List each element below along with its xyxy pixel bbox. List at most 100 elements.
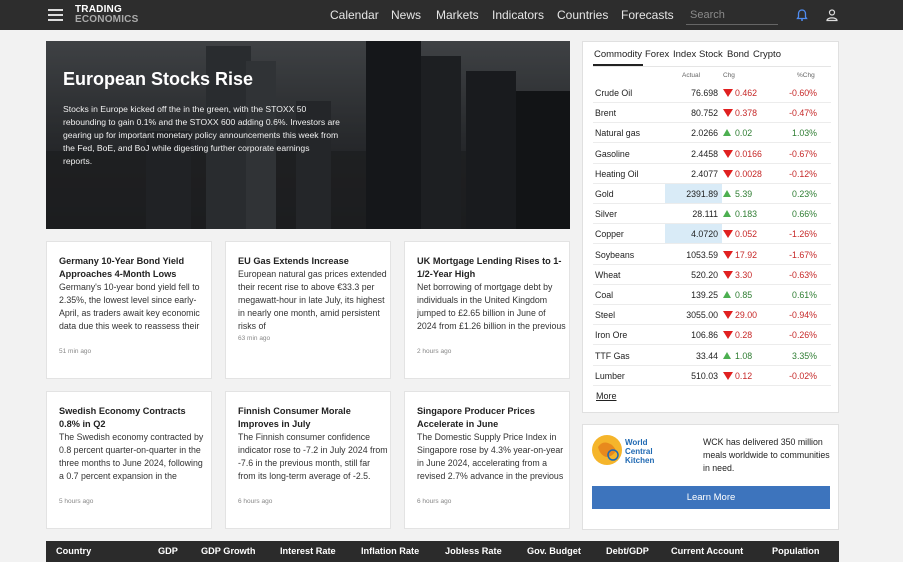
commodity-price: 3055.00 [686,310,718,321]
news-body: European natural gas prices extended the… [238,269,387,331]
tab-forex[interactable]: Forex [645,49,669,60]
col-inflation-rate[interactable]: Inflation Rate [361,546,419,556]
logo-line2: ECONOMICS [75,14,139,25]
commodity-name[interactable]: Copper [595,229,624,239]
search-input[interactable] [686,6,778,25]
col-gov-budget[interactable]: Gov. Budget [527,546,581,556]
news-title[interactable]: UK Mortgage Lending Rises to 1-1/2-Year … [417,255,563,281]
wck-logo-word-3: Kitchen [625,456,655,465]
news-card[interactable]: Singapore Producer Prices Accelerate in … [404,391,570,529]
wck-ad: World Central Kitchen WCK has delivered … [582,424,839,530]
commodity-name[interactable]: TTF Gas [595,351,630,361]
commodity-change: 3.30 [735,269,753,280]
menu-icon[interactable] [48,9,63,21]
col-jobless-rate[interactable]: Jobless Rate [445,546,502,556]
commodity-name[interactable]: Soybeans [595,250,634,260]
commodity-row[interactable]: Wheat 520.20 3.30 -0.63% [593,265,831,285]
commodity-row[interactable]: Soybeans 1053.59 17.92 -1.67% [593,245,831,265]
arrow-up-icon [723,291,731,298]
commodity-row[interactable]: TTF Gas 33.44 1.08 3.35% [593,346,831,366]
nav-forecasts[interactable]: Forecasts [621,8,674,22]
hero-article[interactable]: European Stocks Rise Stocks in Europe ki… [46,41,570,229]
commodity-price: 510.03 [691,370,718,381]
wck-logo-text: World Central Kitchen [625,438,654,465]
commodity-name[interactable]: Natural gas [595,128,640,138]
commodity-row[interactable]: Gold 2391.89 5.39 0.23% [593,184,831,204]
news-title[interactable]: Swedish Economy Contracts 0.8% in Q2 [59,405,205,431]
news-card[interactable]: UK Mortgage Lending Rises to 1-1/2-Year … [404,241,570,379]
commodity-name[interactable]: Lumber [595,371,625,381]
news-title[interactable]: EU Gas Extends Increase [238,255,384,268]
tab-bond[interactable]: Bond [727,49,749,60]
commodity-name[interactable]: Silver [595,209,617,219]
commodity-row[interactable]: Silver 28.111 0.183 0.66% [593,204,831,225]
commodity-row[interactable]: Lumber 510.03 0.12 -0.02% [593,366,831,386]
column-header-chg: Chg [723,72,735,79]
indicators-table-header: Country GDP GDP Growth Interest Rate Inf… [46,541,839,562]
column-header-actual: Actual [682,72,701,79]
news-body: The Swedish economy contracted by 0.8 pe… [59,432,204,481]
commodity-change: 5.39 [735,189,753,199]
commodity-name[interactable]: Brent [595,108,616,118]
commodity-name[interactable]: Heating Oil [595,169,639,179]
col-population[interactable]: Population [772,546,819,556]
commodity-row[interactable]: Copper 4.0720 0.052 -1.26% [593,224,831,245]
col-current-account[interactable]: Current Account [671,546,743,556]
hero-title[interactable]: European Stocks Rise [63,69,253,90]
commodity-row[interactable]: Natural gas 2.0266 0.02 1.03% [593,123,831,144]
commodity-row[interactable]: Heating Oil 2.4077 0.0028 -0.12% [593,164,831,184]
bell-icon[interactable] [795,8,809,22]
commodity-row[interactable]: Brent 80.752 0.378 -0.47% [593,103,831,124]
learn-more-button[interactable]: Learn More [592,486,830,509]
user-icon[interactable] [825,8,839,22]
col-country[interactable]: Country [56,546,91,556]
news-time: 51 min ago [59,348,92,355]
tab-index[interactable]: Index [673,49,696,60]
news-title[interactable]: Singapore Producer Prices Accelerate in … [417,405,563,431]
more-link[interactable]: More [596,391,617,401]
commodity-percent-change: 0.66% [792,209,817,220]
nav-indicators[interactable]: Indicators [492,8,544,22]
col-interest-rate[interactable]: Interest Rate [280,546,336,556]
nav-calendar[interactable]: Calendar [330,8,379,22]
col-gdp[interactable]: GDP [158,546,178,556]
commodity-percent-change: -0.63% [789,269,817,280]
commodity-row[interactable]: Iron Ore 106.86 0.28 -0.26% [593,325,831,346]
commodity-name[interactable]: Gasoline [595,149,630,159]
commodity-row[interactable]: Steel 3055.00 29.00 -0.94% [593,305,831,326]
commodity-name[interactable]: Wheat [595,270,620,280]
commodity-price: 2.0266 [691,128,718,139]
commodity-row[interactable]: Crude Oil 76.698 0.462 -0.60% [593,83,831,103]
nav-news[interactable]: News [391,8,421,22]
news-title[interactable]: Finnish Consumer Morale Improves in July [238,405,384,431]
commodity-price: 2.4077 [691,168,718,179]
nav-countries[interactable]: Countries [557,8,608,22]
commodity-name[interactable]: Steel [595,310,615,320]
top-navigation-bar: TRADING ECONOMICS Calendar News Markets … [0,0,903,30]
tab-commodity[interactable]: Commodity [594,49,642,60]
commodity-change: 29.00 [735,310,758,321]
news-card[interactable]: EU Gas Extends Increase European natural… [225,241,391,379]
arrow-up-icon [723,129,731,137]
commodity-name[interactable]: Iron Ore [595,330,627,340]
news-title[interactable]: Germany 10-Year Bond Yield Approaches 4-… [59,255,205,281]
news-time: 6 hours ago [238,498,273,505]
news-card[interactable]: Germany 10-Year Bond Yield Approaches 4-… [46,241,212,379]
commodity-price: 76.698 [691,88,718,98]
nav-markets[interactable]: Markets [436,8,479,22]
commodity-name[interactable]: Crude Oil [595,88,632,98]
news-card[interactable]: Swedish Economy Contracts 0.8% in Q2 The… [46,391,212,529]
tab-stock[interactable]: Stock [699,49,723,60]
commodity-row[interactable]: Gasoline 2.4458 0.0166 -0.67% [593,144,831,164]
tab-crypto[interactable]: Crypto [753,49,781,60]
col-gdp-growth[interactable]: GDP Growth [201,546,255,556]
news-body: The Finnish consumer confidence indicato… [238,432,388,481]
commodity-row[interactable]: Coal 139.25 0.85 0.61% [593,285,831,305]
commodity-price: 520.20 [691,269,718,280]
commodity-percent-change: -0.47% [789,108,817,119]
commodity-name[interactable]: Coal [595,290,613,300]
news-card[interactable]: Finnish Consumer Morale Improves in July… [225,391,391,529]
commodity-name[interactable]: Gold [595,189,614,199]
logo[interactable]: TRADING ECONOMICS [75,5,138,25]
col-debt-gdp[interactable]: Debt/GDP [606,546,649,556]
